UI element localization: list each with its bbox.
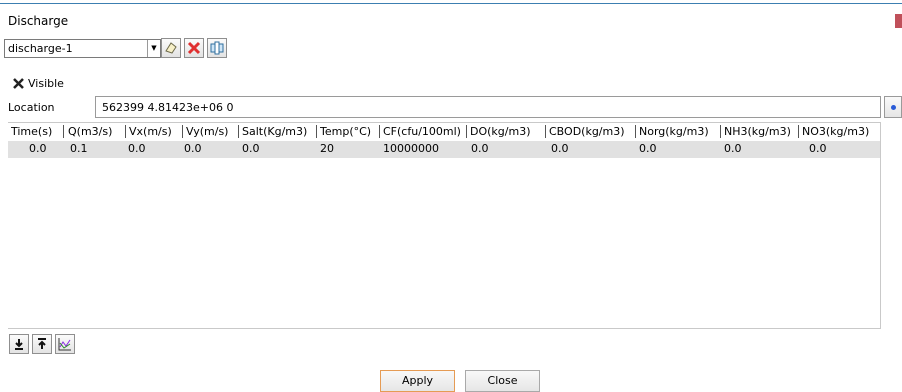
discharge-select-value: discharge-1 bbox=[8, 42, 73, 55]
move-down-icon bbox=[15, 339, 23, 350]
chart-icon bbox=[58, 338, 71, 351]
table-cell[interactable]: 0.0 bbox=[639, 141, 657, 157]
table-row[interactable]: 0.0 0.1 0.0 0.0 0.0 20 10000000 0.0 0.0 … bbox=[8, 141, 880, 158]
location-label: Location bbox=[8, 101, 55, 114]
copy-button[interactable] bbox=[207, 38, 227, 58]
dialog-title: Discharge bbox=[8, 14, 69, 28]
table-cell[interactable]: 0.1 bbox=[70, 141, 88, 157]
pick-location-button[interactable] bbox=[884, 96, 902, 118]
apply-button[interactable]: Apply bbox=[380, 370, 455, 392]
chevron-down-icon[interactable]: ▼ bbox=[147, 40, 160, 57]
visible-label: Visible bbox=[28, 77, 64, 90]
chart-button[interactable] bbox=[55, 334, 75, 354]
column-header[interactable]: CF(cfu/100ml) bbox=[383, 124, 463, 140]
move-up-icon bbox=[38, 338, 46, 349]
column-header[interactable]: Temp(°C) bbox=[320, 124, 378, 140]
column-header[interactable]: CBOD(kg/m3) bbox=[549, 124, 635, 140]
top-accent-line bbox=[0, 3, 902, 4]
title-marker bbox=[895, 14, 902, 28]
delete-icon bbox=[187, 41, 201, 55]
discharge-select[interactable]: discharge-1 ▼ bbox=[4, 39, 161, 58]
column-header[interactable]: Time(s) bbox=[11, 124, 61, 140]
move-up-button[interactable] bbox=[32, 334, 52, 354]
table-cell[interactable]: 0.0 bbox=[242, 141, 260, 157]
table-cell[interactable]: 0.0 bbox=[551, 141, 569, 157]
edit-icon bbox=[165, 42, 177, 54]
table-cell[interactable]: 10000000 bbox=[383, 141, 439, 157]
table-cell[interactable]: 0.0 bbox=[29, 141, 47, 157]
move-down-button[interactable] bbox=[9, 334, 29, 354]
table-header: Time(s) Q(m3/s) Vx(m/s) Vy(m/s) Salt(Kg/… bbox=[8, 123, 880, 141]
close-button[interactable]: Close bbox=[465, 370, 540, 392]
column-header[interactable]: Salt(Kg/m3) bbox=[242, 124, 315, 140]
table-cell[interactable]: 0.0 bbox=[471, 141, 489, 157]
pick-location-icon bbox=[891, 105, 896, 110]
column-header[interactable]: DO(kg/m3) bbox=[470, 124, 542, 140]
copy-icon bbox=[210, 41, 224, 55]
column-header[interactable]: NO3(kg/m3) bbox=[802, 124, 879, 140]
column-header[interactable]: NH3(kg/m3) bbox=[724, 124, 796, 140]
delete-button[interactable] bbox=[184, 38, 204, 58]
location-value: 562399 4.81423e+06 0 bbox=[102, 101, 234, 114]
table-cell[interactable]: 0.0 bbox=[809, 141, 827, 157]
checkmark-icon bbox=[13, 78, 24, 89]
table-cell[interactable]: 20 bbox=[320, 141, 334, 157]
table-cell[interactable]: 0.0 bbox=[184, 141, 202, 157]
column-header[interactable]: Q(m3/s) bbox=[68, 124, 123, 140]
column-header[interactable]: Norg(kg/m3) bbox=[639, 124, 717, 140]
discharge-table[interactable]: Time(s) Q(m3/s) Vx(m/s) Vy(m/s) Salt(Kg/… bbox=[8, 122, 881, 329]
column-header[interactable]: Vx(m/s) bbox=[129, 124, 181, 140]
edit-button[interactable] bbox=[161, 38, 181, 58]
column-header[interactable]: Vy(m/s) bbox=[186, 124, 236, 140]
visible-checkbox[interactable] bbox=[12, 77, 25, 90]
table-cell[interactable]: 0.0 bbox=[128, 141, 146, 157]
location-input[interactable]: 562399 4.81423e+06 0 bbox=[95, 96, 881, 118]
table-cell[interactable]: 0.0 bbox=[724, 141, 742, 157]
